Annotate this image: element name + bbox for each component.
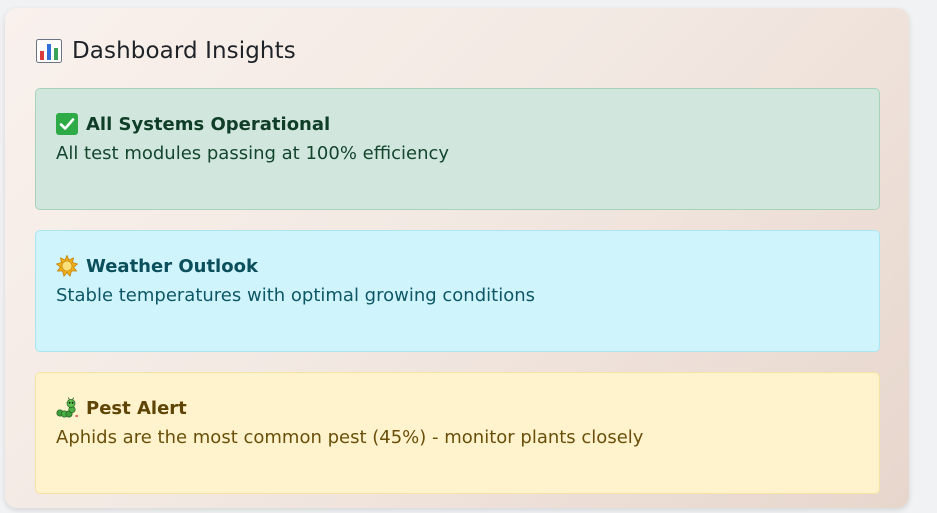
card-title-row: Pest Alert xyxy=(56,397,859,419)
card-description: All test modules passing at 100% efficie… xyxy=(56,143,450,164)
card-title-row: All Systems Operational xyxy=(56,113,859,135)
insight-card-weather: Weather Outlook Stable temperatures with… xyxy=(35,230,880,352)
card-title: Weather Outlook xyxy=(86,255,258,277)
card-title: Pest Alert xyxy=(86,397,187,419)
card-title-row: Weather Outlook xyxy=(56,255,859,277)
panel-title-text: Dashboard Insights xyxy=(72,38,296,64)
card-title: All Systems Operational xyxy=(86,113,331,135)
dashboard-insights-panel: Dashboard Insights All Systems Operation… xyxy=(5,8,909,508)
card-description: Aphids are the most common pest (45%) - … xyxy=(56,427,644,448)
panel-title: Dashboard Insights xyxy=(36,38,296,64)
sun-icon xyxy=(56,255,78,277)
bar-chart-icon xyxy=(36,39,62,63)
insight-card-pest: Pest Alert Aphids are the most common pe… xyxy=(35,372,880,494)
card-description: Stable temperatures with optimal growing… xyxy=(56,285,535,306)
insight-card-systems: All Systems Operational All test modules… xyxy=(35,88,880,210)
caterpillar-icon xyxy=(56,397,78,418)
check-mark-icon xyxy=(56,113,78,135)
